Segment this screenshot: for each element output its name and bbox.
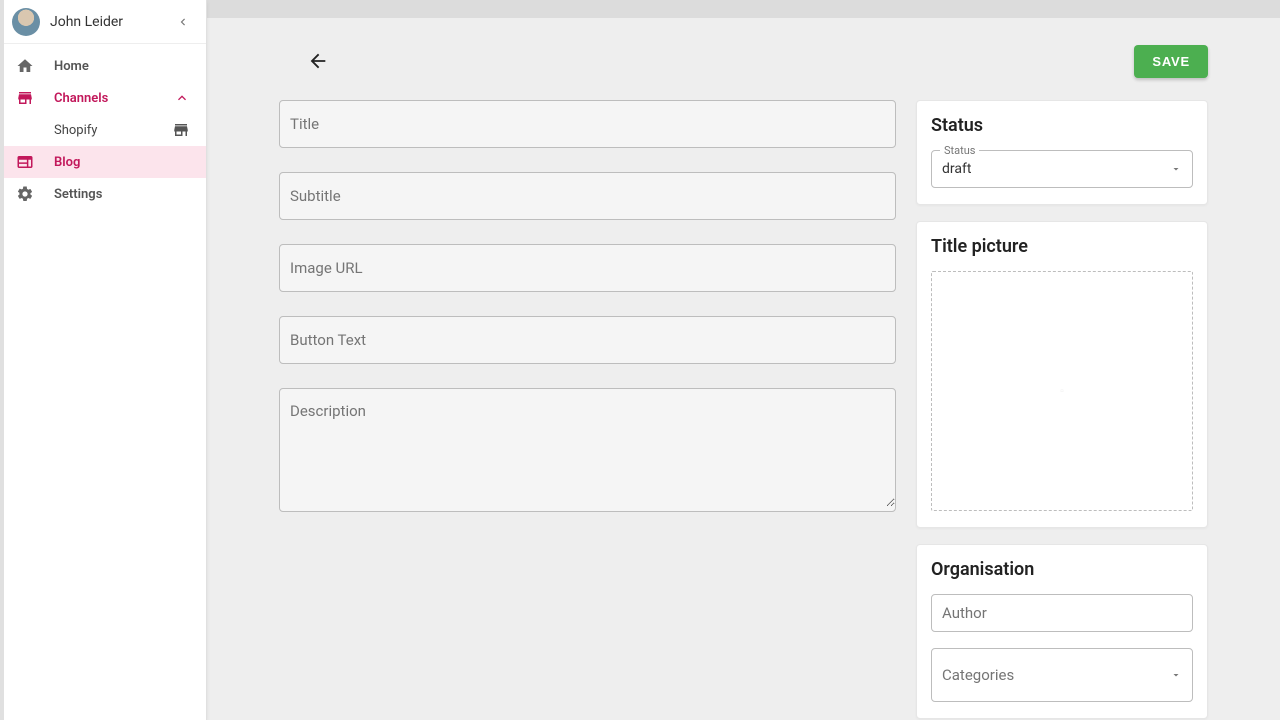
- title-picture-heading: Title picture: [931, 236, 1193, 257]
- side-column: Status Status draft Title picture ▫: [916, 100, 1208, 719]
- avatar[interactable]: [12, 8, 40, 36]
- categories-placeholder: Categories: [942, 666, 1170, 684]
- status-select[interactable]: Status draft: [931, 150, 1193, 188]
- arrow-left-icon: [307, 50, 329, 72]
- sidebar-item-channels[interactable]: Channels: [0, 82, 206, 114]
- author-placeholder: Author: [942, 604, 1182, 622]
- content: SAVE Title Subtitle Image URL: [207, 18, 1280, 720]
- chevron-left-icon: [176, 15, 190, 29]
- sidebar-item-label: Shopify: [54, 123, 152, 138]
- sidebar-item-home[interactable]: Home: [0, 50, 206, 82]
- user-name: John Leider: [50, 14, 162, 30]
- title-picture-card: Title picture ▫: [916, 221, 1208, 528]
- sidebar-item-shopify[interactable]: Shopify: [0, 114, 206, 146]
- status-value: draft: [942, 161, 1170, 177]
- web-icon: [16, 153, 34, 171]
- status-heading: Status: [931, 115, 1193, 136]
- chevron-up-icon: [174, 90, 190, 106]
- organisation-heading: Organisation: [931, 559, 1193, 580]
- store-icon: [16, 89, 34, 107]
- broken-image-icon: ▫: [1060, 386, 1064, 397]
- actions-row: SAVE: [279, 38, 1208, 84]
- chevron-down-icon: [1170, 669, 1182, 681]
- home-icon: [16, 57, 34, 75]
- description-input[interactable]: [280, 389, 895, 507]
- title-input[interactable]: [280, 101, 895, 147]
- description-field[interactable]: Description: [279, 388, 896, 512]
- subtitle-field[interactable]: Subtitle: [279, 172, 896, 220]
- sidebar-nav: Home Channels Shopify: [0, 44, 206, 210]
- title-picture-dropzone[interactable]: ▫: [931, 271, 1193, 511]
- sidebar-accent: [0, 0, 4, 720]
- back-button[interactable]: [301, 44, 335, 78]
- sidebar-collapse-button[interactable]: [172, 11, 194, 33]
- gear-icon: [16, 185, 34, 203]
- categories-select[interactable]: Categories: [931, 648, 1193, 702]
- sidebar-header: John Leider: [0, 0, 206, 44]
- main: SAVE Title Subtitle Image URL: [207, 0, 1280, 720]
- form-column: Title Subtitle Image URL Button Text: [279, 100, 896, 536]
- sidebar-item-settings[interactable]: Settings: [0, 178, 206, 210]
- button-text-input[interactable]: [280, 317, 895, 363]
- status-legend: Status: [940, 144, 979, 157]
- image-url-field[interactable]: Image URL: [279, 244, 896, 292]
- storefront-icon: [172, 121, 190, 139]
- sidebar: John Leider Home Channels: [0, 0, 207, 720]
- image-url-input[interactable]: [280, 245, 895, 291]
- sidebar-item-label: Home: [54, 59, 190, 74]
- topbar: [207, 0, 1280, 18]
- subtitle-input[interactable]: [280, 173, 895, 219]
- sidebar-item-label: Channels: [54, 91, 154, 106]
- sidebar-item-label: Settings: [54, 187, 190, 202]
- sidebar-item-label: Blog: [54, 155, 190, 170]
- chevron-down-icon: [1170, 163, 1182, 175]
- title-field[interactable]: Title: [279, 100, 896, 148]
- sidebar-item-blog[interactable]: Blog: [0, 146, 206, 178]
- button-text-field[interactable]: Button Text: [279, 316, 896, 364]
- organisation-card: Organisation Author Categories: [916, 544, 1208, 719]
- save-button[interactable]: SAVE: [1134, 45, 1208, 78]
- status-card: Status Status draft: [916, 100, 1208, 205]
- author-field[interactable]: Author: [931, 594, 1193, 632]
